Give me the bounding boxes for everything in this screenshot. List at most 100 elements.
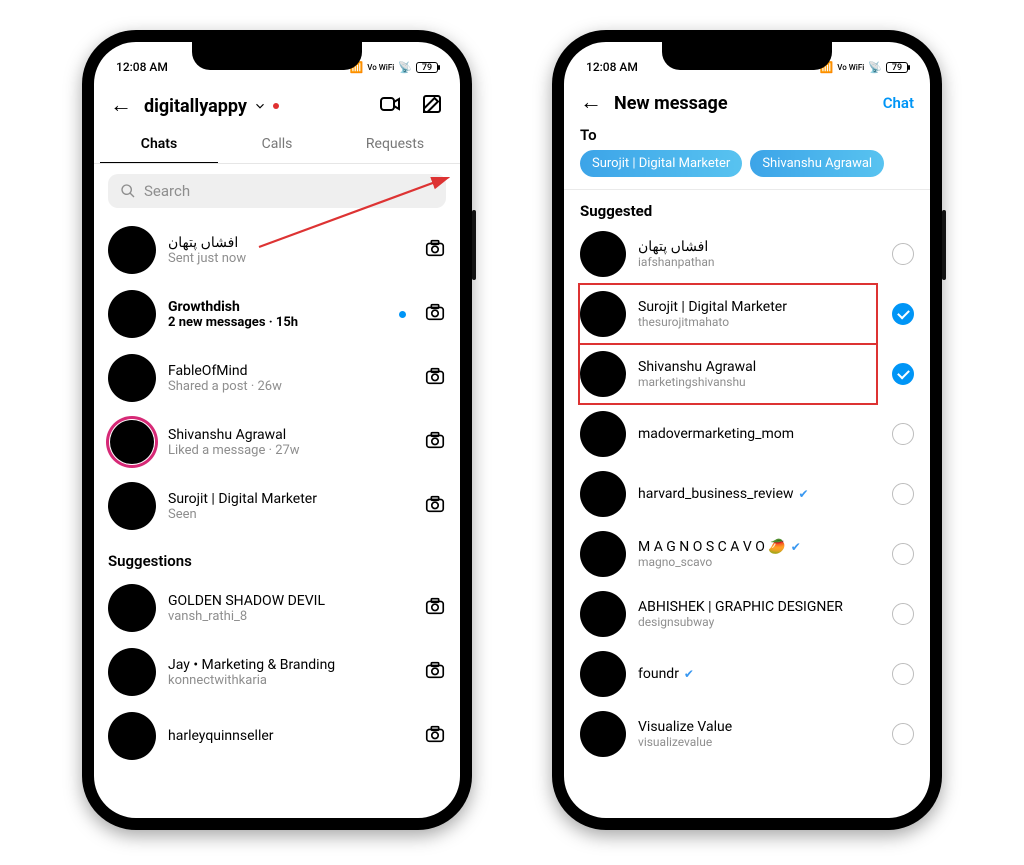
avatar (580, 351, 626, 397)
avatar (580, 591, 626, 637)
chat-row[interactable]: Shivanshu Agrawal Liked a message · 27w (108, 410, 446, 474)
select-radio[interactable] (892, 603, 914, 625)
avatar (580, 531, 626, 577)
select-radio[interactable] (892, 543, 914, 565)
divider (564, 189, 930, 190)
chat-row[interactable]: افشاں پتھان Sent just now (108, 218, 446, 282)
suggestion-row[interactable]: GOLDEN SHADOW DEVIL vansh_rathi_8 (108, 576, 446, 640)
wifi-icon: 📡 (868, 61, 882, 74)
select-radio[interactable] (892, 483, 914, 505)
camera-icon[interactable] (424, 493, 446, 519)
suggestion-row[interactable]: Jay • Marketing & Branding konnectwithka… (108, 640, 446, 704)
notification-dot (273, 103, 279, 109)
select-radio[interactable] (892, 303, 914, 325)
tab-calls[interactable]: Calls (218, 126, 336, 163)
battery-icon: 79 (416, 62, 438, 73)
chat-row[interactable]: FableOfMind Shared a post · 26w (108, 346, 446, 410)
chat-button[interactable]: Chat (883, 94, 914, 112)
back-arrow-icon[interactable]: ← (110, 95, 132, 117)
unread-dot (399, 311, 406, 318)
suggested-row[interactable]: madovermarketing_mom (580, 404, 914, 464)
suggested-row[interactable]: Visualize Value visualizevalue (580, 704, 914, 764)
chat-sub: Shared a post · 26w (168, 379, 412, 394)
suggested-handle: visualizevalue (638, 735, 880, 749)
suggested-list: افشاں پتھان iafshanpathan Surojit | Digi… (564, 224, 930, 764)
search-placeholder: Search (144, 182, 190, 200)
recipient-chips[interactable]: Surojit | Digital Marketer Shivanshu Agr… (564, 150, 930, 189)
suggested-name: ABHISHEK | GRAPHIC DESIGNER (638, 599, 880, 615)
suggested-row[interactable]: harvard_business_review ✔ (580, 464, 914, 524)
select-radio[interactable] (892, 723, 914, 745)
avatar (580, 711, 626, 757)
suggested-handle: designsubway (638, 615, 880, 629)
chat-title: افشاں پتھان (168, 235, 412, 251)
avatar (580, 291, 626, 337)
phone-right: 12:08 AM 📶 Vo WiFi 📡 79 ← New message Ch… (552, 30, 942, 830)
select-radio[interactable] (892, 243, 914, 265)
avatar (108, 584, 156, 632)
suggested-row[interactable]: Shivanshu Agrawal marketingshivanshu (580, 344, 914, 404)
suggested-row[interactable]: foundr ✔ (580, 644, 914, 704)
chevron-down-icon (253, 99, 267, 113)
chat-sub: Sent just now (168, 251, 412, 266)
recipient-chip[interactable]: Shivanshu Agrawal (750, 150, 884, 177)
verified-icon: ✔ (796, 487, 809, 501)
camera-icon[interactable] (424, 429, 446, 455)
suggestion-sub: konnectwithkaria (168, 673, 412, 688)
avatar (580, 411, 626, 457)
select-radio[interactable] (892, 363, 914, 385)
chat-title: FableOfMind (168, 363, 412, 379)
recipient-chip[interactable]: Surojit | Digital Marketer (580, 150, 742, 177)
chat-list: افشاں پتھان Sent just now Growthdish 2 n… (94, 218, 460, 768)
chat-sub: Liked a message · 27w (168, 443, 412, 458)
chat-title: Growthdish (168, 299, 387, 315)
chat-row[interactable]: Surojit | Digital Marketer Seen (108, 474, 446, 538)
tabs: Chats Calls Requests (94, 126, 460, 164)
to-label: To (564, 124, 930, 150)
clock: 12:08 AM (116, 60, 168, 74)
camera-icon[interactable] (424, 659, 446, 685)
suggested-name: foundr ✔ (638, 666, 880, 682)
suggested-row[interactable]: ABHISHEK | GRAPHIC DESIGNER designsubway (580, 584, 914, 644)
chat-row[interactable]: Growthdish 2 new messages · 15h (108, 282, 446, 346)
camera-icon[interactable] (424, 365, 446, 391)
camera-icon[interactable] (424, 237, 446, 263)
verified-icon: ✔ (681, 667, 694, 681)
suggestion-title: harleyquinnseller (168, 728, 412, 744)
camera-icon[interactable] (424, 595, 446, 621)
avatar (108, 482, 156, 530)
avatar (108, 354, 156, 402)
avatar (108, 418, 156, 466)
avatar (580, 471, 626, 517)
suggested-name: Visualize Value (638, 719, 880, 735)
suggested-name: madovermarketing_mom (638, 426, 880, 442)
verified-icon: ✔ (788, 540, 801, 554)
back-arrow-icon[interactable]: ← (580, 92, 602, 114)
camera-icon[interactable] (424, 723, 446, 749)
video-call-icon[interactable] (378, 92, 402, 120)
search-input[interactable]: Search (108, 174, 446, 208)
account-switcher[interactable]: digitallyappy (144, 96, 279, 117)
tab-requests[interactable]: Requests (336, 126, 454, 163)
suggestion-title: Jay • Marketing & Branding (168, 657, 412, 673)
select-radio[interactable] (892, 663, 914, 685)
suggested-name: افشاں پتھان (638, 239, 880, 255)
avatar (108, 648, 156, 696)
notch (192, 42, 362, 70)
tab-chats[interactable]: Chats (100, 126, 218, 163)
suggested-row[interactable]: Surojit | Digital Marketer thesurojitmah… (580, 284, 914, 344)
wifi-label: Vo WiFi (837, 63, 864, 72)
suggested-row[interactable]: افشاں پتھان iafshanpathan (580, 224, 914, 284)
compose-icon[interactable] (420, 92, 444, 120)
suggestion-sub: vansh_rathi_8 (168, 609, 412, 624)
wifi-label: Vo WiFi (367, 63, 394, 72)
suggested-row[interactable]: M A G N O S C A V O 🥭 ✔ magno_scavo (580, 524, 914, 584)
select-radio[interactable] (892, 423, 914, 445)
suggested-handle: marketingshivanshu (638, 375, 880, 389)
suggested-handle: magno_scavo (638, 555, 880, 569)
username: digitallyappy (144, 96, 247, 117)
camera-icon[interactable] (424, 301, 446, 327)
suggestion-row[interactable]: harleyquinnseller (108, 704, 446, 768)
avatar (580, 231, 626, 277)
page-title: New message (614, 93, 871, 114)
